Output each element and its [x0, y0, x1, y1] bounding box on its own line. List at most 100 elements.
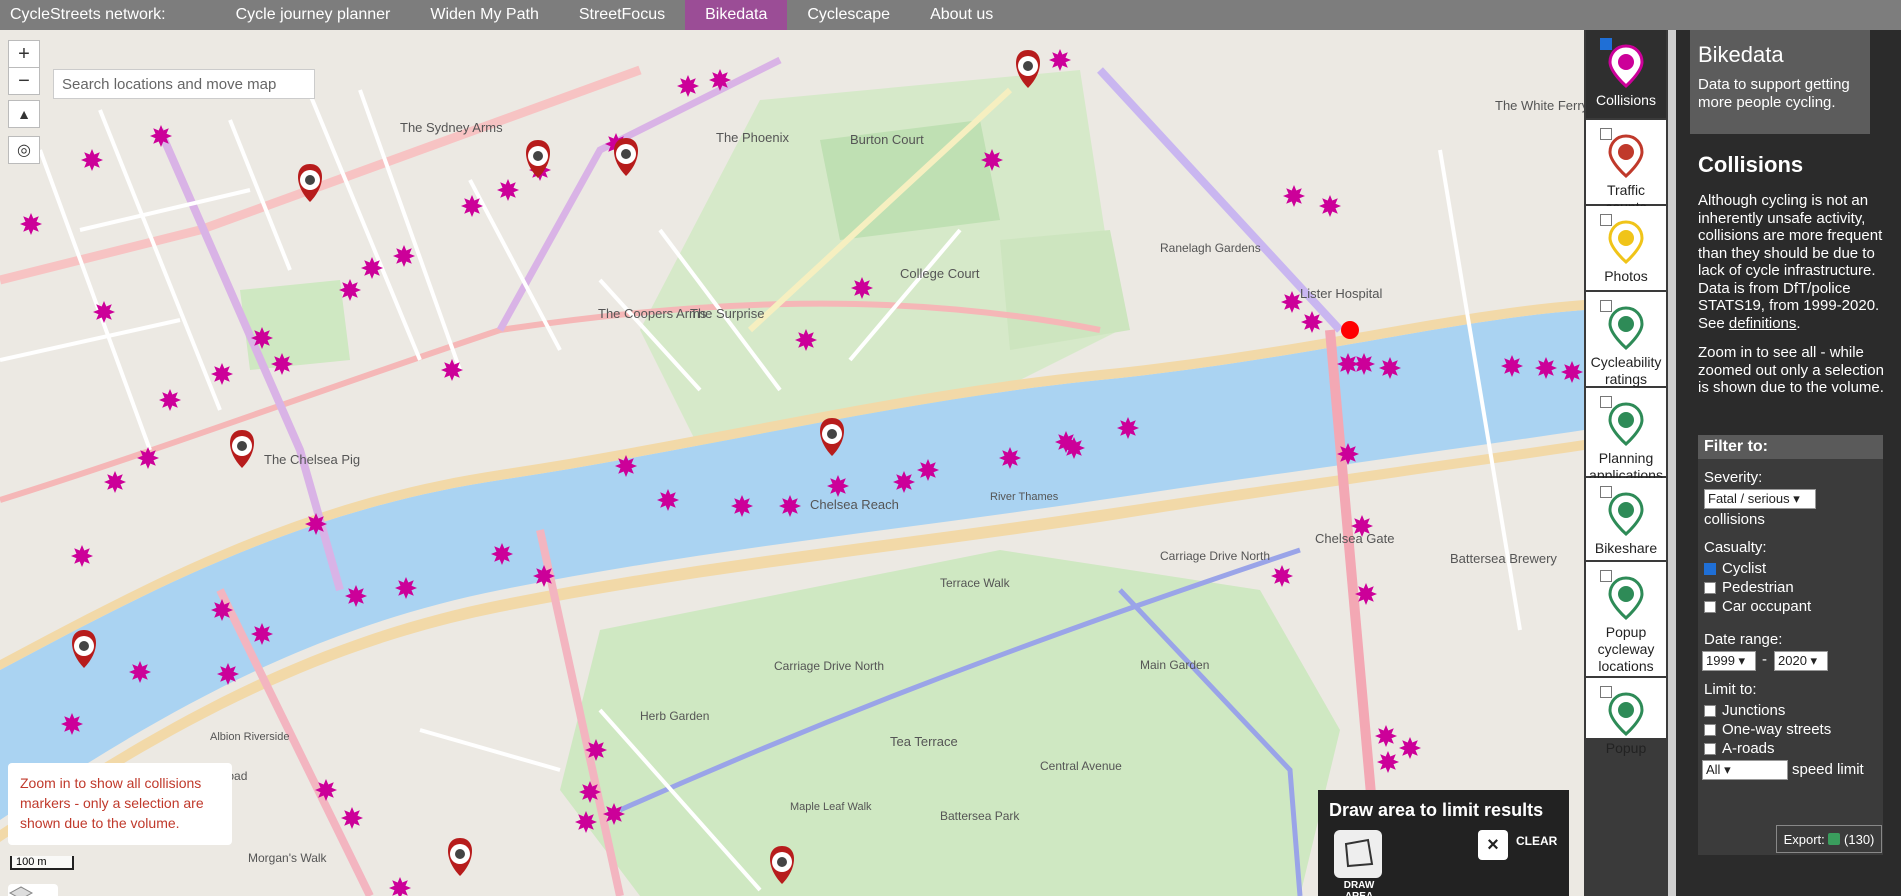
- collision-marker[interactable]: [395, 577, 417, 599]
- draw-area-button[interactable]: [1334, 830, 1382, 878]
- collision-marker[interactable]: [129, 661, 151, 683]
- nav-widen-my-path[interactable]: Widen My Path: [410, 0, 558, 30]
- export-button[interactable]: Export: (130): [1776, 825, 1882, 853]
- collision-marker[interactable]: [709, 69, 731, 91]
- collision-marker[interactable]: [393, 245, 415, 267]
- layer-traffic-counts[interactable]: Traffic counts: [1586, 120, 1666, 215]
- nav-bikedata[interactable]: Bikedata: [685, 0, 788, 30]
- collision-marker[interactable]: [657, 489, 679, 511]
- nav-about-us[interactable]: About us: [910, 0, 1013, 30]
- collision-marker[interactable]: [104, 471, 126, 493]
- collision-marker[interactable]: [981, 149, 1003, 171]
- clear-label[interactable]: CLEAR: [1516, 834, 1557, 848]
- collision-marker[interactable]: [779, 495, 801, 517]
- layer-photos[interactable]: Photos: [1586, 206, 1666, 291]
- fatal-collision-marker[interactable]: [1341, 321, 1359, 339]
- car-occupant-checkbox[interactable]: [1704, 601, 1716, 613]
- search-input[interactable]: Search locations and move map: [53, 69, 315, 99]
- pedestrian-checkbox[interactable]: [1704, 582, 1716, 594]
- zoom-out-button[interactable]: −: [8, 67, 40, 95]
- collision-marker[interactable]: [217, 663, 239, 685]
- north-arrow-icon[interactable]: ▲: [8, 100, 40, 128]
- collision-marker[interactable]: [211, 599, 233, 621]
- collision-marker[interactable]: [615, 455, 637, 477]
- collision-marker[interactable]: [211, 363, 233, 385]
- collision-marker[interactable]: [893, 471, 915, 493]
- map-canvas[interactable]: The Sydney Arms The Phoenix Burton Court…: [0, 30, 1584, 896]
- collision-marker[interactable]: [361, 257, 383, 279]
- collision-marker[interactable]: [137, 447, 159, 469]
- collision-marker[interactable]: [1399, 737, 1421, 759]
- collision-marker[interactable]: [251, 327, 273, 349]
- severity-select[interactable]: Fatal / serious ▾: [1704, 489, 1816, 509]
- collision-marker[interactable]: [271, 353, 293, 375]
- collision-marker[interactable]: [1283, 185, 1305, 207]
- collision-marker[interactable]: [441, 359, 463, 381]
- a-roads-checkbox[interactable]: [1704, 743, 1716, 755]
- junctions-checkbox[interactable]: [1704, 705, 1716, 717]
- date-to-select[interactable]: 2020 ▾: [1774, 651, 1828, 671]
- collision-marker[interactable]: [1281, 291, 1303, 313]
- collision-marker[interactable]: [1501, 355, 1523, 377]
- cyclist-checkbox[interactable]: [1704, 563, 1716, 575]
- layer-cycleability[interactable]: Cycleability ratings: [1586, 292, 1666, 387]
- geolocate-icon[interactable]: ◎: [8, 136, 40, 164]
- collision-marker[interactable]: [1375, 725, 1397, 747]
- collision-marker[interactable]: [1355, 583, 1377, 605]
- collision-marker[interactable]: [315, 779, 337, 801]
- speed-limit-select[interactable]: All ▾: [1702, 760, 1788, 780]
- one-way-checkbox[interactable]: [1704, 724, 1716, 736]
- collision-marker[interactable]: [1049, 49, 1071, 71]
- collision-marker[interactable]: [533, 565, 555, 587]
- collision-marker[interactable]: [93, 301, 115, 323]
- collision-marker[interactable]: [917, 459, 939, 481]
- collision-marker[interactable]: [1271, 565, 1293, 587]
- collision-marker[interactable]: [1535, 357, 1557, 379]
- collision-marker[interactable]: [827, 475, 849, 497]
- collision-marker[interactable]: [999, 447, 1021, 469]
- collision-marker[interactable]: [20, 213, 42, 235]
- collision-marker[interactable]: [579, 781, 601, 803]
- collision-marker[interactable]: [1117, 417, 1139, 439]
- date-from-select[interactable]: 1999 ▾: [1702, 651, 1756, 671]
- layer-bikeshare[interactable]: Bikeshare: [1586, 478, 1666, 561]
- collision-marker[interactable]: [731, 495, 753, 517]
- collision-marker[interactable]: [677, 75, 699, 97]
- collision-marker[interactable]: [585, 739, 607, 761]
- clear-close-icon[interactable]: ×: [1478, 830, 1508, 860]
- layer-collision[interactable]: Collisions: [1586, 30, 1666, 119]
- collision-marker[interactable]: [1063, 437, 1085, 459]
- collision-marker[interactable]: [61, 713, 83, 735]
- collision-marker[interactable]: [1377, 751, 1399, 773]
- collision-marker[interactable]: [1353, 353, 1375, 375]
- collision-marker[interactable]: [1319, 195, 1341, 217]
- layer-planning[interactable]: Planning applications: [1586, 388, 1666, 483]
- collision-marker[interactable]: [1379, 357, 1401, 379]
- layer-popup-cycleway[interactable]: Popup cycleway locations: [1586, 562, 1666, 677]
- layer-scrollbar[interactable]: [1668, 30, 1676, 896]
- collision-marker[interactable]: [159, 389, 181, 411]
- nav-streetfocus[interactable]: StreetFocus: [559, 0, 685, 30]
- collision-marker[interactable]: [150, 125, 172, 147]
- collision-marker[interactable]: [497, 179, 519, 201]
- layer-popup[interactable]: Popup: [1586, 678, 1666, 756]
- collision-marker[interactable]: [341, 807, 363, 829]
- map-svg[interactable]: [0, 30, 1584, 896]
- collision-marker[interactable]: [1301, 311, 1323, 333]
- collision-marker[interactable]: [251, 623, 273, 645]
- collision-marker[interactable]: [305, 513, 327, 535]
- collision-marker[interactable]: [575, 811, 597, 833]
- collision-marker[interactable]: [1561, 361, 1583, 383]
- layers-icon[interactable]: [8, 884, 58, 896]
- nav-cycle-journey-planner[interactable]: Cycle journey planner: [216, 0, 411, 30]
- collision-marker[interactable]: [1351, 515, 1373, 537]
- nav-cyclescape[interactable]: Cyclescape: [787, 0, 910, 30]
- collision-marker[interactable]: [339, 279, 361, 301]
- collision-marker[interactable]: [1337, 443, 1359, 465]
- definitions-link[interactable]: definitions: [1729, 315, 1797, 332]
- collision-marker[interactable]: [851, 277, 873, 299]
- collision-marker[interactable]: [81, 149, 103, 171]
- zoom-in-button[interactable]: +: [8, 40, 40, 68]
- collision-marker[interactable]: [345, 585, 367, 607]
- collision-marker[interactable]: [491, 543, 513, 565]
